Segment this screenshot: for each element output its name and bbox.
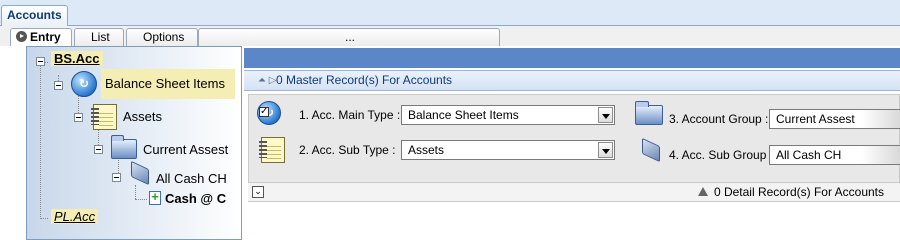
tree-guide xyxy=(40,218,48,219)
collapse-up-icon[interactable]: ⏶ ▷ xyxy=(258,71,276,90)
tree-node-assets[interactable]: Assets xyxy=(123,109,162,124)
tab-entry[interactable]: Entry xyxy=(10,28,72,46)
detail-records-text: 0 Detail Record(s) For Accounts xyxy=(713,185,884,199)
collapse-icon[interactable] xyxy=(94,145,103,154)
tree-guide xyxy=(135,185,136,199)
tree-node-bs-acc[interactable]: BS.Acc xyxy=(51,51,103,66)
account-tree[interactable]: BS.Acc Balance Sheet Items Assets Curren… xyxy=(26,46,242,240)
tab-list[interactable]: List xyxy=(74,28,124,46)
master-records-bar: ⏶ ▷ 0 Master Record(s) For Accounts xyxy=(244,70,900,91)
account-group-label: 3. Account Group : xyxy=(669,112,769,126)
chevron-down-icon[interactable] xyxy=(598,107,613,123)
chevron-down-icon[interactable] xyxy=(598,142,613,158)
document-add-icon xyxy=(149,189,161,205)
book-icon xyxy=(131,160,149,186)
warning-icon xyxy=(697,187,708,196)
main-type-label: 1. Acc. Main Type : xyxy=(299,108,401,122)
collapse-icon[interactable] xyxy=(74,113,83,122)
main-type-value: Balance Sheet Items xyxy=(408,108,519,122)
tree-node-all-cash-ch[interactable]: All Cash CH xyxy=(156,171,227,186)
sub-type-select[interactable]: Assets xyxy=(401,140,615,160)
tree-node-balance-sheet-items[interactable]: Balance Sheet Items xyxy=(101,69,235,99)
notepad-icon xyxy=(259,137,285,163)
play-icon xyxy=(16,31,27,42)
detail-records-bar: ⌄ 0 Detail Record(s) For Accounts xyxy=(248,182,900,202)
notepad-icon xyxy=(91,104,117,130)
sub-group-value: All Cash CH xyxy=(776,148,842,162)
collapse-icon[interactable] xyxy=(54,81,63,90)
master-records-text: 0 Master Record(s) For Accounts xyxy=(276,73,453,87)
collapse-icon[interactable] xyxy=(112,173,121,182)
tree-guide xyxy=(40,63,41,219)
sub-type-value: Assets xyxy=(408,143,445,157)
folder-icon xyxy=(111,135,137,159)
folder-icon xyxy=(635,101,663,125)
main-type-select[interactable]: Balance Sheet Items xyxy=(401,105,615,125)
window-tab-strip: Accounts xyxy=(0,0,900,27)
detail-records-status: 0 Detail Record(s) For Accounts xyxy=(697,185,884,199)
account-filter-form: ✓ 1. Acc. Main Type : Balance Sheet Item… xyxy=(248,94,900,184)
sub-group-label: 4. Acc. Sub Group : xyxy=(669,148,774,162)
main-panel: ⏶ ▷ 0 Master Record(s) For Accounts ✓ 1.… xyxy=(244,46,900,240)
book-icon xyxy=(642,137,660,163)
sub-group-select[interactable]: All Cash CH xyxy=(769,145,900,165)
account-group-select[interactable]: Current Assest xyxy=(769,109,900,129)
tree-node-pl-acc[interactable]: PL.Acc xyxy=(51,209,99,224)
tab-options[interactable]: Options xyxy=(126,28,198,46)
tab-accounts[interactable]: Accounts xyxy=(1,5,68,27)
sub-type-label: 2. Acc. Sub Type : xyxy=(299,143,396,157)
tab-more[interactable]: ... xyxy=(198,28,500,46)
tree-node-cash-c[interactable]: Cash @ C xyxy=(165,191,226,206)
collapse-icon[interactable] xyxy=(36,57,45,66)
subtab-strip: Entry List Options ... xyxy=(0,26,900,46)
tab-entry-label: Entry xyxy=(30,30,61,44)
account-group-value: Current Assest xyxy=(776,112,855,126)
checkbox[interactable]: ✓ xyxy=(259,107,269,117)
tree-guide xyxy=(135,199,147,200)
tree-node-current-assest[interactable]: Current Assest xyxy=(143,142,228,157)
refresh-globe-icon xyxy=(71,71,97,97)
header-band xyxy=(244,48,900,68)
expand-down-icon[interactable]: ⌄ xyxy=(252,186,264,198)
